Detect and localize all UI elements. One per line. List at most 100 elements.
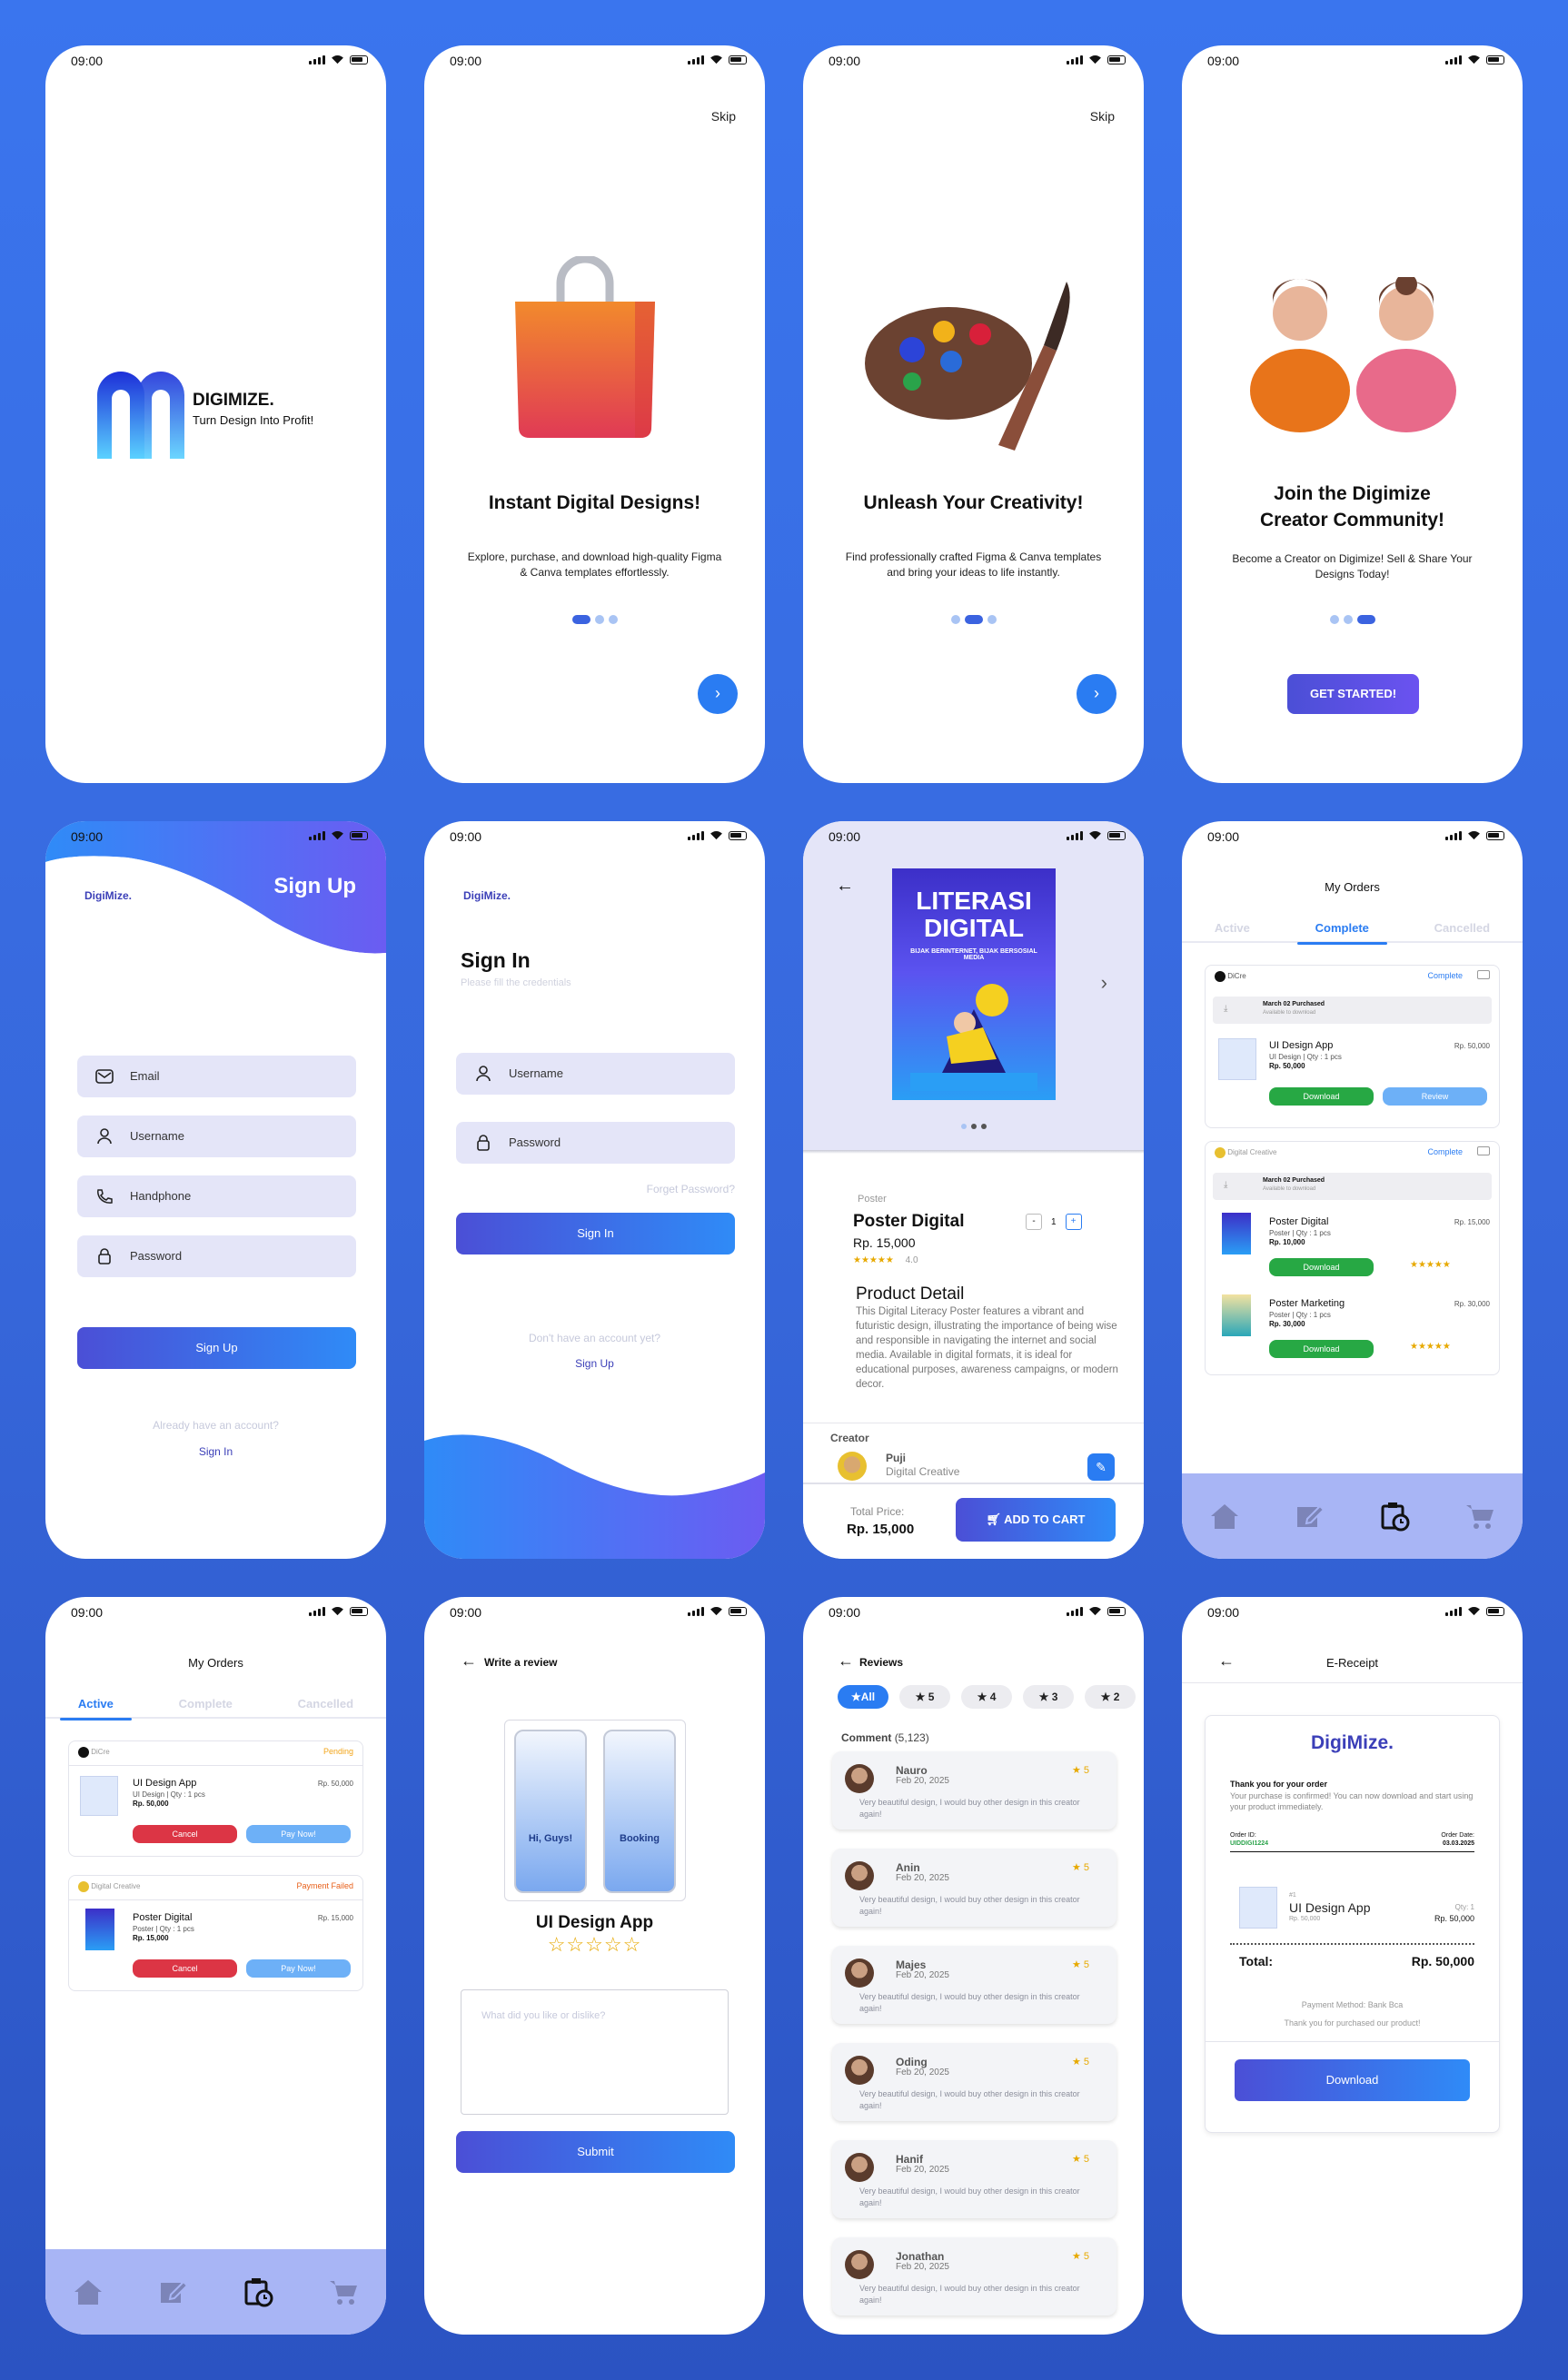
onboarding-title: Instant Digital Designs! <box>488 492 701 513</box>
follow-creator-icon[interactable]: ✎ <box>1087 1453 1115 1481</box>
rating-stars-input[interactable]: ☆☆☆☆☆ <box>424 1933 765 1957</box>
status-bar: 09:00 <box>803 1597 1144 1624</box>
download-button[interactable]: Download <box>1269 1087 1374 1106</box>
brand-name: DIGIMIZE. <box>193 391 274 410</box>
onboarding-title-line2: Creator Community! <box>1259 510 1445 531</box>
edit-icon[interactable] <box>158 2278 189 2306</box>
footer-wave <box>424 1434 765 1559</box>
next-button[interactable]: › <box>1077 674 1116 714</box>
username-field[interactable]: Username <box>456 1053 735 1095</box>
review-textarea[interactable]: What did you like or dislike? <box>461 1989 729 2115</box>
password-field[interactable]: Password <box>456 1122 735 1164</box>
submit-button[interactable]: Submit <box>456 2131 735 2173</box>
download-button[interactable]: Download <box>1269 1340 1374 1358</box>
product-thumbnail <box>1218 1038 1256 1080</box>
chat-icon[interactable] <box>1477 970 1490 979</box>
avatar <box>845 1861 874 1890</box>
creator-role: Digital Creative <box>886 1465 960 1478</box>
skip-button[interactable]: Skip <box>711 109 736 124</box>
cart-icon[interactable] <box>328 2278 359 2306</box>
tab-complete[interactable]: Complete <box>1296 921 1388 945</box>
orders-clock-icon[interactable] <box>1379 1501 1410 1532</box>
edit-icon[interactable] <box>1295 1502 1325 1530</box>
status-bar: 09:00 <box>803 821 1144 848</box>
pay-now-button[interactable]: Pay Now! <box>246 1825 351 1843</box>
product-name: UI Design App <box>535 1913 654 1932</box>
tab-active[interactable]: Active <box>1215 921 1250 941</box>
username-field[interactable]: Username <box>77 1116 356 1157</box>
filter-all[interactable]: ★All <box>838 1685 888 1709</box>
tab-active[interactable]: Active <box>59 1697 132 1721</box>
product-name: Poster Digital <box>853 1212 965 1231</box>
order-card: Digital Creative Complete ⤓ March 02 Pur… <box>1205 1141 1500 1375</box>
filter-2[interactable]: ★ 2 <box>1085 1685 1136 1709</box>
chat-icon[interactable] <box>1477 1146 1490 1155</box>
chevron-right-icon[interactable]: › <box>1101 971 1107 995</box>
forgot-password-link[interactable]: Forget Password? <box>647 1183 735 1195</box>
signup-button[interactable]: Sign Up <box>77 1327 356 1369</box>
avatar <box>845 2056 874 2085</box>
page-title: Sign Up <box>273 874 356 898</box>
password-field[interactable]: Password <box>77 1235 356 1277</box>
tab-cancelled[interactable]: Cancelled <box>298 1697 353 1717</box>
orders-clock-icon[interactable] <box>243 2276 273 2307</box>
product-thumbnail <box>85 1909 114 1950</box>
product-thumbnail <box>1222 1294 1251 1336</box>
receipt-logo: DigiMize. <box>1310 1732 1394 1753</box>
status-bar: 09:00 <box>1182 45 1523 73</box>
phone-field[interactable]: Handphone <box>77 1175 356 1217</box>
pay-now-button[interactable]: Pay Now! <box>246 1959 351 1978</box>
mail-icon <box>95 1069 114 1084</box>
review-item: Nauro Feb 20, 2025 ★ 5 Very beautiful desig… <box>832 1751 1116 1830</box>
signin-button[interactable]: Sign In <box>456 1213 735 1254</box>
signup-link[interactable]: Sign Up <box>424 1357 765 1370</box>
review-button[interactable]: Review <box>1383 1087 1487 1106</box>
cancel-button[interactable]: Cancel <box>133 1825 237 1843</box>
avatar <box>845 1959 874 1988</box>
back-arrow-icon[interactable]: ← <box>838 1651 854 1671</box>
home-icon[interactable] <box>1209 1502 1240 1530</box>
page-indicator <box>1182 615 1523 624</box>
product-thumbnail <box>1222 1213 1251 1254</box>
signin-link[interactable]: Sign In <box>45 1445 386 1458</box>
splash-screen: 09:00 DIGIMIZE. Turn Design Into Profit! <box>45 45 386 783</box>
bottom-navigation <box>1182 1473 1523 1559</box>
download-button[interactable]: Download <box>1269 1258 1374 1276</box>
get-started-button[interactable]: GET STARTED! <box>1287 674 1419 714</box>
cancel-button[interactable]: Cancel <box>133 1959 237 1978</box>
onboarding-description: Become a Creator on Digimize! Sell & Sha… <box>1232 552 1473 580</box>
quantity-value: 1 <box>1051 1216 1057 1227</box>
seller-avatar <box>1215 971 1226 982</box>
next-button[interactable]: › <box>698 674 738 714</box>
bottom-navigation <box>45 2249 386 2335</box>
review-item: Majes Feb 20, 2025 ★ 5 Very beautiful desig… <box>832 1946 1116 2024</box>
product-category: Poster <box>858 1194 887 1205</box>
cart-icon[interactable] <box>1464 1502 1495 1530</box>
community-people-icon <box>1247 273 1456 481</box>
filter-3[interactable]: ★ 3 <box>1023 1685 1074 1709</box>
skip-button[interactable]: Skip <box>1090 109 1115 124</box>
page-indicator <box>424 615 765 624</box>
seller-avatar <box>1215 1147 1226 1158</box>
quantity-stepper[interactable]: - 1 + <box>1026 1214 1082 1230</box>
filter-4[interactable]: ★ 4 <box>961 1685 1012 1709</box>
email-field[interactable]: Email <box>77 1056 356 1097</box>
tab-cancelled[interactable]: Cancelled <box>1434 921 1490 941</box>
decrement-button[interactable]: - <box>1026 1214 1042 1230</box>
total-price-label: Total Price: <box>850 1505 905 1518</box>
home-icon[interactable] <box>73 2278 104 2306</box>
add-to-cart-button[interactable]: 🛒︎ ADD TO CART <box>956 1498 1116 1542</box>
tab-complete[interactable]: Complete <box>179 1697 233 1717</box>
creator-name: Puji <box>886 1452 907 1464</box>
download-button[interactable]: Download <box>1235 2059 1470 2101</box>
my-orders-complete-screen: 09:00 My Orders Active Complete Cancelle… <box>1182 821 1523 1559</box>
back-arrow-icon[interactable]: ← <box>461 1651 477 1671</box>
seller-avatar <box>78 1881 89 1892</box>
filter-5[interactable]: ★ 5 <box>899 1685 950 1709</box>
product-poster-image: LITERASI DIGITAL BIJAK BERINTERNET, BIJA… <box>892 868 1056 1100</box>
have-account-text: Already have an account? <box>153 1419 279 1432</box>
page-title: My Orders <box>188 1656 243 1670</box>
increment-button[interactable]: + <box>1065 1214 1082 1230</box>
back-arrow-icon[interactable]: ← <box>836 876 854 897</box>
status-badge: Complete <box>1427 1147 1463 1156</box>
